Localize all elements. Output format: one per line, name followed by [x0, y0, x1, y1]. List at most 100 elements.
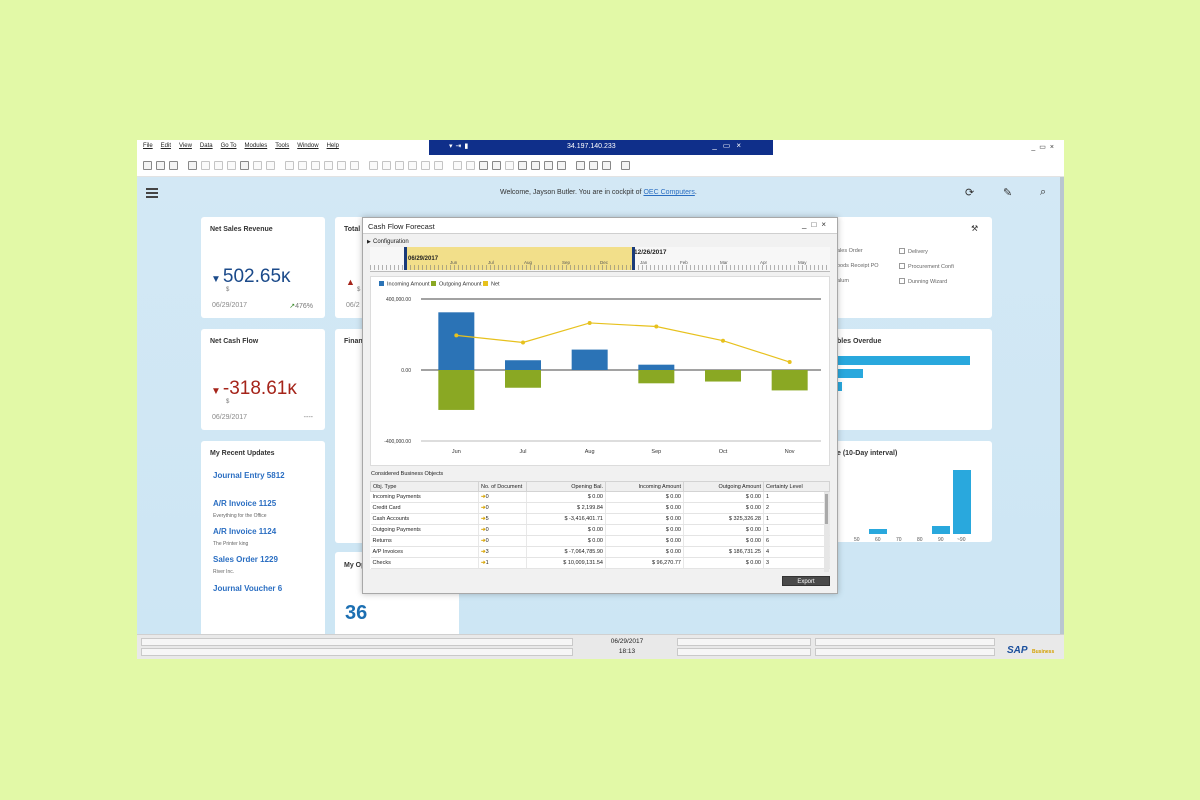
menu-modules[interactable]: Modules [245, 143, 268, 149]
table-row[interactable]: Incoming Payments ➔0 $ 0.00 $ 0.00 $ 0.00 1 [370, 491, 830, 503]
menu-help[interactable]: Help [327, 143, 339, 149]
menu-window[interactable]: Window [297, 143, 318, 149]
table-row[interactable]: Cash Accounts ➔5 $ -3,416,401.71 $ 0.00 $ 32… [370, 513, 830, 525]
print-preview-icon[interactable] [143, 161, 152, 170]
export-pdf-icon[interactable] [214, 161, 223, 170]
shortcut-delivery[interactable]: Delivery [899, 248, 928, 255]
add-icon[interactable] [266, 161, 275, 170]
column-header[interactable]: Opening Bal. [526, 481, 606, 492]
menu-tools[interactable]: Tools [275, 143, 289, 149]
table-row[interactable]: Returns ➔0 $ 0.00 $ 0.00 $ 0.00 6 [370, 535, 830, 547]
recent-update-link[interactable]: Sales Order 1229 [213, 555, 278, 564]
net-cash-flow-tile[interactable]: Net Cash Flow ▼ -318.61ĸ $ 06/29/2017 ---… [201, 329, 325, 430]
dialog-close-button[interactable]: × [821, 220, 831, 229]
timeline-end-handle[interactable] [632, 247, 635, 270]
table-row[interactable]: Checks ➔1 $ 10,009,131.54 $ 96,270.77 $ 0.00… [370, 557, 830, 569]
restore-button[interactable]: ▭ [1039, 144, 1050, 151]
column-header[interactable]: No. of Document [478, 481, 527, 492]
column-header[interactable]: Outgoing Amount [683, 481, 764, 492]
dialog-titlebar[interactable]: Cash Flow Forecast _□× [363, 218, 837, 234]
calculator-icon[interactable] [518, 161, 527, 170]
refresh-icon[interactable]: ⟳ [965, 186, 974, 199]
journal-icon[interactable] [395, 161, 404, 170]
lock-screen-icon[interactable] [240, 161, 249, 170]
receivables-overdue-tile[interactable]: bles Overdue [827, 329, 992, 430]
find-icon[interactable] [253, 161, 262, 170]
document-count-cell: ➔0 [478, 524, 527, 536]
form-settings-icon[interactable] [466, 161, 475, 170]
widgets-icon[interactable] [544, 161, 553, 170]
recent-update-link[interactable]: Journal Entry 5812 [213, 471, 285, 480]
timeline-slider[interactable]: Jun Jul Aug Sep Dec Jan Feb Mar Apr May … [370, 247, 830, 272]
base-document-icon[interactable] [369, 161, 378, 170]
table-scrollbar[interactable] [824, 492, 829, 572]
close-button[interactable]: × [1050, 144, 1058, 151]
axis-tick: 50 [854, 537, 860, 543]
print-icon[interactable] [156, 161, 165, 170]
layout-designer-icon[interactable] [453, 161, 462, 170]
net-sales-tile[interactable]: Net Sales Revenue ▼ 502.65ĸ $ 06/29/2017 … [201, 217, 325, 318]
gross-profit-icon[interactable] [421, 161, 430, 170]
target-document-icon[interactable] [382, 161, 391, 170]
timeline-start-date: 06/29/2017 [408, 256, 439, 262]
shortcut-sales-order[interactable]: ales Order [837, 248, 863, 254]
previous-record-icon[interactable] [298, 161, 307, 170]
first-record-icon[interactable] [285, 161, 294, 170]
shortcut-item[interactable]: alum [837, 278, 849, 284]
table-row[interactable]: A/P Invoices ➔3 $ -7,064,785.90 $ 0.00 $ 186… [370, 546, 830, 558]
recent-update-link[interactable]: A/R Invoice 1125 [213, 499, 276, 508]
launch-app-icon[interactable] [227, 161, 236, 170]
interval-tile[interactable]: e (10-Day interval) 50 60 70 80 90 ~90 [827, 441, 992, 543]
table-row[interactable]: Credit Card ➔0 $ 2,199.84 $ 0.00 $ 0.00 2 [370, 502, 830, 514]
column-header[interactable]: Incoming Amount [605, 481, 684, 492]
table-cell: 1 [763, 524, 830, 536]
remote-window-controls[interactable]: _▭× [712, 141, 747, 150]
connection-icons[interactable]: ▾⇥▮ [449, 142, 471, 150]
timeline-start-handle[interactable] [404, 247, 407, 270]
recent-update-link[interactable]: A/R Invoice 1124 [213, 527, 276, 536]
scrollbar-thumb[interactable] [825, 494, 828, 524]
last-record-icon[interactable] [324, 161, 333, 170]
menu-view[interactable]: View [179, 143, 192, 149]
email-icon[interactable] [169, 161, 178, 170]
settings-icon[interactable] [602, 161, 611, 170]
alerts-icon[interactable] [492, 161, 501, 170]
users-icon[interactable] [557, 161, 566, 170]
menu-go-to[interactable]: Go To [221, 143, 237, 149]
dashboard-icon[interactable] [576, 161, 585, 170]
menu-data[interactable]: Data [200, 143, 213, 149]
table-cell: $ 0.00 [605, 491, 684, 503]
menu-edit[interactable]: Edit [161, 143, 171, 149]
shortcut-dunning[interactable]: Dunning Wizard [899, 278, 947, 285]
shortcut-procurement[interactable]: Procurement Confi [899, 263, 954, 270]
cockpit-scrollbar[interactable] [1060, 177, 1064, 634]
table-row[interactable]: Outgoing Payments ➔0 $ 0.00 $ 0.00 $ 0.00 1 [370, 524, 830, 536]
calendar-icon[interactable] [505, 161, 514, 170]
search-icon[interactable]: ⌕ [1040, 186, 1046, 199]
export-button[interactable]: Export [782, 576, 830, 586]
y-tick-label: -400,000.00 [384, 439, 411, 445]
dialog-maximize-button[interactable]: □ [811, 220, 821, 229]
company-link[interactable]: OEC Computers [643, 189, 694, 196]
column-header[interactable]: Obj. Type [370, 481, 479, 492]
net-point [787, 360, 792, 365]
sort-icon[interactable] [350, 161, 359, 170]
volume-weight-icon[interactable] [434, 161, 443, 170]
column-header[interactable]: Certainty Level [763, 481, 830, 492]
grid-icon[interactable] [589, 161, 598, 170]
table-cell: $ 0.00 [526, 535, 606, 547]
menu-icon[interactable] [146, 188, 158, 198]
wrench-icon[interactable]: ⚒ [971, 224, 978, 233]
export-word-icon[interactable] [201, 161, 210, 170]
edit-icon[interactable]: ✎ [1003, 186, 1012, 199]
menu-file[interactable]: File [143, 143, 153, 149]
shortcut-goods-receipt[interactable]: oods Receipt PO [837, 263, 879, 269]
cockpit-icon[interactable] [531, 161, 540, 170]
export-excel-icon[interactable] [188, 161, 197, 170]
recent-update-link[interactable]: Journal Voucher 6 [213, 584, 282, 593]
help-icon[interactable] [621, 161, 630, 170]
next-record-icon[interactable] [311, 161, 320, 170]
filter-icon[interactable] [337, 161, 346, 170]
payment-means-icon[interactable] [408, 161, 417, 170]
messages-icon[interactable] [479, 161, 488, 170]
